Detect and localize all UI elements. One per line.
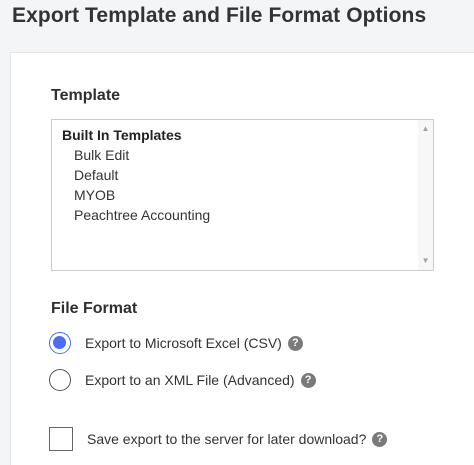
- help-icon[interactable]: ?: [300, 372, 316, 388]
- file-format-heading: File Format: [51, 300, 138, 317]
- option-export-xml[interactable]: Export to an XML File (Advanced) ?: [49, 367, 316, 393]
- list-group-built-in-templates: Built In Templates: [62, 127, 182, 143]
- option-export-csv[interactable]: Export to Microsoft Excel (CSV) ?: [49, 330, 303, 356]
- scroll-up-arrow-icon[interactable]: ▲: [418, 122, 433, 136]
- template-list-items: Built In Templates Bulk Edit Default MYO…: [52, 125, 416, 225]
- template-list-scrollbar[interactable]: ▲ ▼: [418, 120, 433, 270]
- page-title: Export Template and File Format Options: [12, 4, 427, 27]
- export-options-panel: Template Built In Templates Bulk Edit De…: [10, 52, 474, 465]
- scroll-down-arrow-icon[interactable]: ▼: [418, 254, 433, 268]
- save-to-server-label: Save export to the server for later down…: [87, 431, 367, 447]
- xml-option-label: Export to an XML File (Advanced): [85, 372, 295, 388]
- xml-radio-button[interactable]: [49, 369, 71, 391]
- template-listbox[interactable]: Built In Templates Bulk Edit Default MYO…: [51, 119, 434, 271]
- csv-radio-button[interactable]: [49, 332, 71, 354]
- help-icon[interactable]: ?: [372, 431, 388, 447]
- template-option-myob[interactable]: MYOB: [52, 185, 416, 205]
- template-option-bulk-edit[interactable]: Bulk Edit: [52, 145, 416, 165]
- template-option-default[interactable]: Default: [52, 165, 416, 185]
- template-option-peachtree-accounting[interactable]: Peachtree Accounting: [52, 205, 416, 225]
- template-heading: Template: [51, 87, 121, 104]
- save-to-server-checkbox[interactable]: [49, 427, 73, 451]
- help-icon[interactable]: ?: [287, 335, 303, 351]
- option-save-to-server[interactable]: Save export to the server for later down…: [49, 426, 388, 452]
- csv-option-label: Export to Microsoft Excel (CSV): [85, 335, 282, 351]
